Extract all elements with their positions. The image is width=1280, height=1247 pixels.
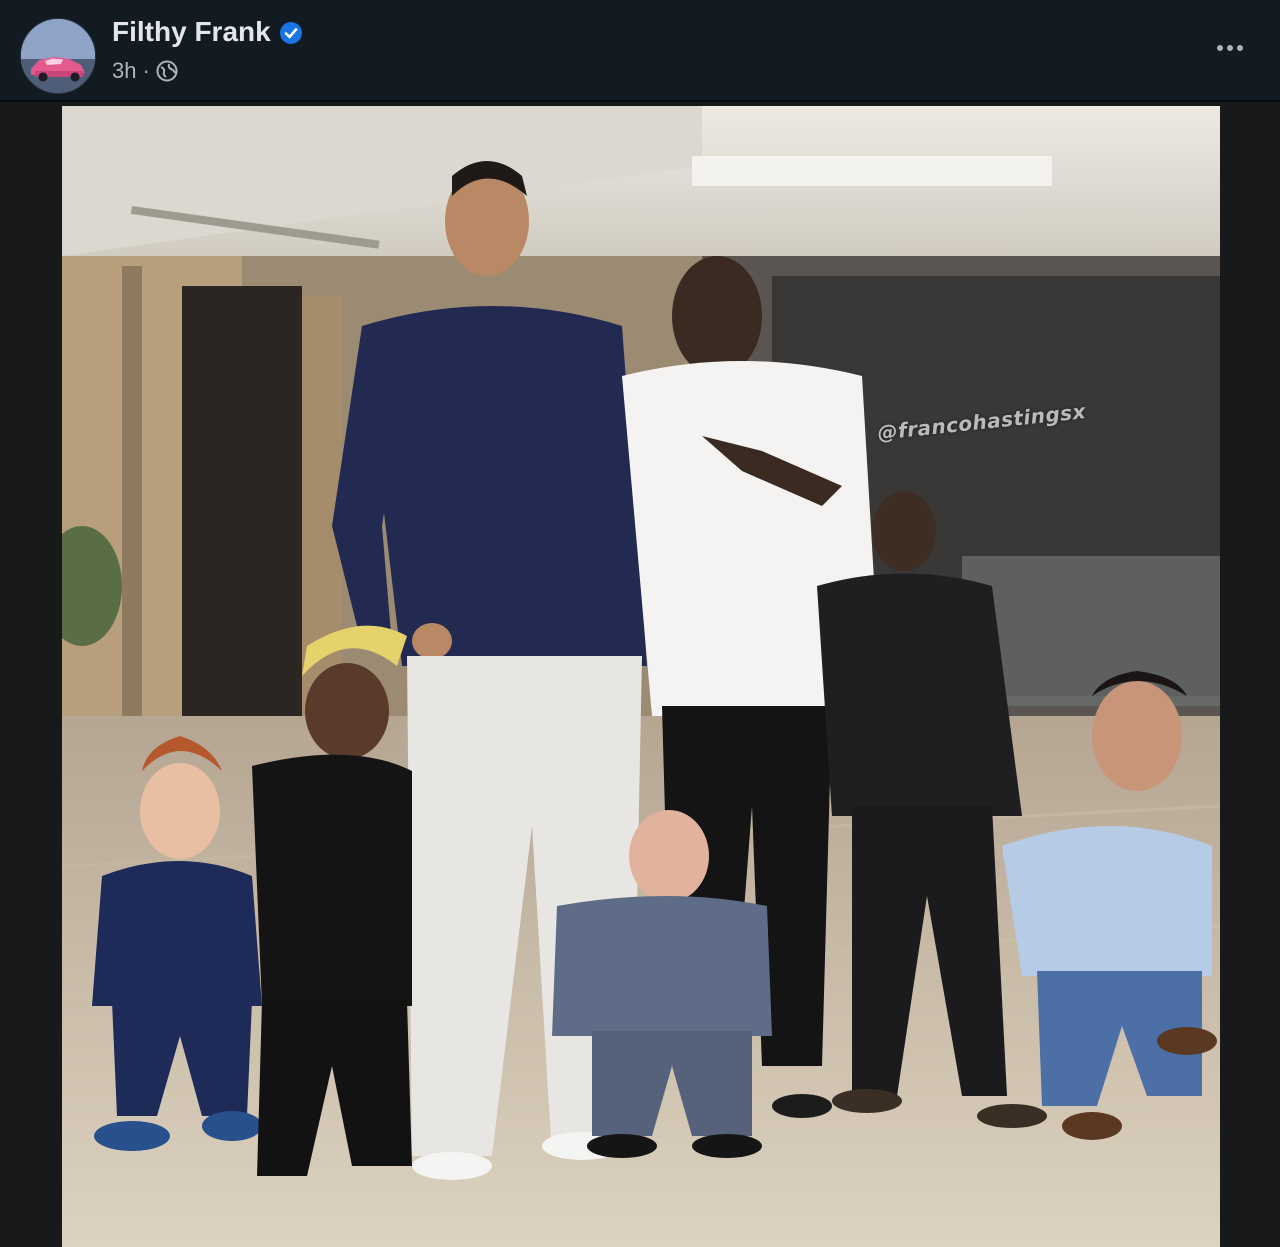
post-header: Filthy Frank 3h · xyxy=(0,0,1280,102)
author-avatar[interactable] xyxy=(20,18,96,94)
author-name[interactable]: Filthy Frank xyxy=(112,16,271,48)
meta-separator: · xyxy=(142,58,150,83)
facebook-post: Filthy Frank 3h · @francohastingsx xyxy=(0,0,1280,1247)
avatar-car-image xyxy=(21,19,95,93)
more-dot xyxy=(1227,45,1233,51)
verified-badge-icon xyxy=(279,20,303,44)
photo-illustration xyxy=(62,106,1220,1247)
post-meta: 3h · xyxy=(112,58,178,84)
globe-icon[interactable] xyxy=(156,60,178,82)
more-horizontal-icon xyxy=(1217,45,1223,51)
more-dot xyxy=(1237,45,1243,51)
post-photo[interactable]: @francohastingsx xyxy=(62,106,1220,1247)
post-timestamp[interactable]: 3h xyxy=(112,58,136,84)
more-options-button[interactable] xyxy=(1210,30,1250,66)
author-name-link[interactable]: Filthy Frank xyxy=(112,16,303,48)
